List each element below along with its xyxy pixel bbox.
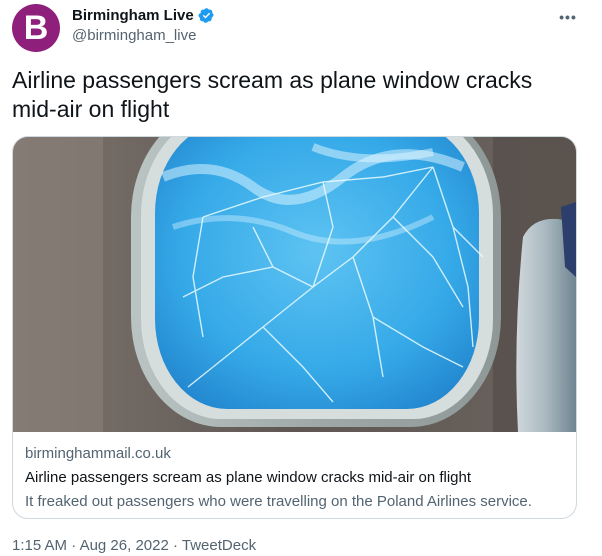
avatar[interactable]: B xyxy=(12,4,60,52)
card-image[interactable] xyxy=(13,137,576,432)
tweet: B Birmingham Live @birmingham_live ••• A… xyxy=(0,0,602,556)
card-description: It freaked out passengers who were trave… xyxy=(25,493,532,510)
display-name-row: Birmingham Live xyxy=(72,5,215,25)
card-domain: birminghammail.co.uk xyxy=(25,445,171,462)
tweet-text: Airline passengers scream as plane windo… xyxy=(12,67,533,122)
timestamp-row: 1:15 AM · Aug 26, 2022 · TweetDeck xyxy=(12,536,256,556)
tweet-date[interactable]: Aug 26, 2022 xyxy=(80,537,169,554)
author-block: Birmingham Live @birmingham_live xyxy=(72,5,215,44)
separator: · xyxy=(71,537,77,554)
handle[interactable]: @birmingham_live xyxy=(72,27,215,44)
verified-badge-icon xyxy=(198,7,215,24)
card-title: Airline passengers scream as plane windo… xyxy=(25,469,472,486)
tweet-time[interactable]: 1:15 AM xyxy=(12,537,67,554)
separator: · xyxy=(172,537,178,554)
card-meta: birminghammail.co.uk Airline passengers … xyxy=(25,444,565,512)
tweet-source: TweetDeck xyxy=(181,537,257,554)
avatar-letter: B xyxy=(23,9,49,47)
link-card[interactable]: birminghammail.co.uk Airline passengers … xyxy=(12,136,577,519)
display-name[interactable]: Birmingham Live xyxy=(72,7,194,24)
more-options-icon[interactable]: ••• xyxy=(556,8,580,26)
